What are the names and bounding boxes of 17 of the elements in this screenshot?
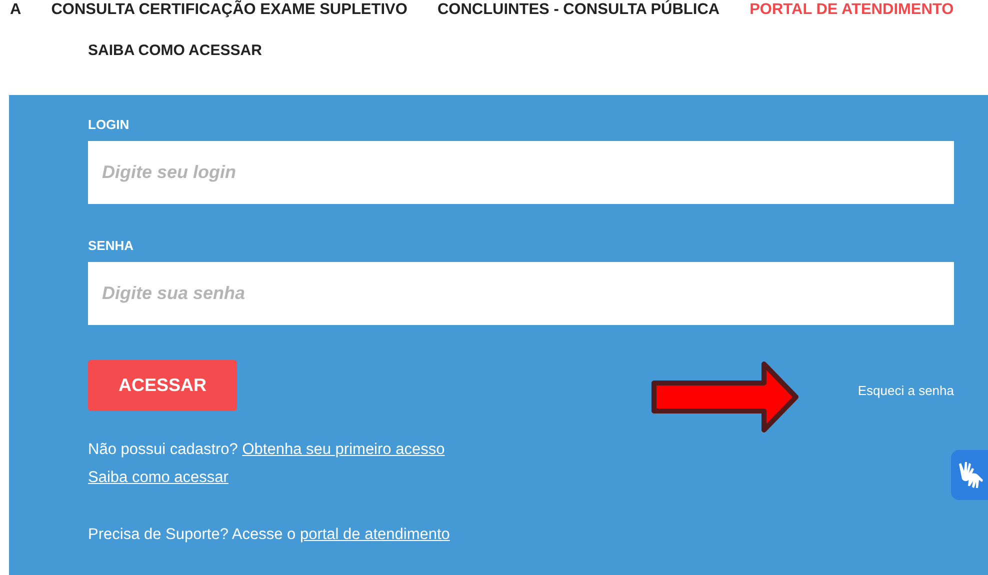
help-link[interactable]: portal de atendimento — [300, 526, 450, 543]
nav-link[interactable]: SAIBA COMO ACESSAR — [88, 42, 262, 59]
arrow-icon — [650, 361, 800, 433]
sign-language-button[interactable] — [951, 450, 988, 500]
input-field[interactable]: Digite seu login — [88, 141, 954, 204]
nav-link[interactable]: CONCLUINTES - CONSULTA PÚBLICA — [437, 0, 720, 22]
field-label: SENHA — [88, 238, 135, 253]
nav-link[interactable]: PORTAL DE ATENDIMENTO — [750, 0, 954, 22]
forgot-password-link[interactable]: Esqueci a senha — [858, 382, 954, 398]
nav-link[interactable]: CONSULTA CERTIFICAÇÃO EXAME SUPLETIVO — [51, 0, 408, 22]
help-link[interactable]: Obtenha seu primeiro acesso — [242, 441, 445, 458]
field-label: LOGIN — [88, 117, 130, 132]
nav-link[interactable]: A — [10, 0, 22, 22]
help-link[interactable]: Saiba como acessar — [88, 469, 228, 486]
submit-button[interactable]: ACESSAR — [88, 360, 237, 410]
help-text: Precisa de Suporte? Acesse o portal de atendimento — [88, 525, 451, 545]
input-field[interactable]: Digite sua senha — [88, 262, 954, 325]
